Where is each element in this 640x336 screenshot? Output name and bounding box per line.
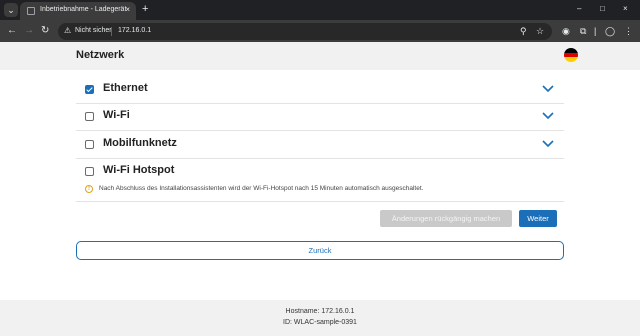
network-item-wifi[interactable]: Wi-Fi: [76, 103, 564, 131]
hotspot-info-text: Nach Abschluss des Installationsassisten…: [99, 185, 424, 192]
extension-icon[interactable]: ◉: [562, 24, 570, 38]
security-label[interactable]: Nicht sicher: [75, 27, 112, 34]
chevron-down-icon[interactable]: [542, 111, 554, 121]
tab-search-button[interactable]: ⌄: [4, 3, 18, 17]
back-button[interactable]: Zurück: [76, 241, 564, 260]
warning-icon[interactable]: ⚠: [64, 26, 71, 35]
network-item-ethernet[interactable]: Ethernet: [76, 76, 564, 104]
page-title: Netzwerk: [76, 49, 125, 61]
maximize-button[interactable]: □: [600, 3, 605, 15]
back-arrow-icon[interactable]: ←: [7, 24, 17, 38]
zoom-icon[interactable]: ⚲: [520, 26, 527, 37]
tab-close-icon[interactable]: ×: [125, 5, 130, 15]
chevron-down-icon[interactable]: [542, 84, 554, 94]
info-icon: !: [85, 185, 93, 193]
menu-kebab-icon[interactable]: ⋮: [624, 24, 633, 38]
hotspot-info: ! Nach Abschluss des Installationsassist…: [76, 180, 564, 202]
extensions-puzzle-icon[interactable]: ⧉: [580, 24, 586, 38]
network-item-label: Ethernet: [103, 82, 148, 94]
flag-stripe-gold: [564, 57, 578, 62]
wifi-checkbox[interactable]: [85, 112, 94, 121]
network-item-mobile[interactable]: Mobilfunknetz: [76, 131, 564, 159]
device-id-text: ID: WLAC-sample-0391: [283, 319, 357, 326]
page-icon: [27, 7, 35, 15]
url-text[interactable]: 172.16.0.1: [118, 27, 151, 34]
chevron-down-icon[interactable]: [542, 139, 554, 149]
browser-tab[interactable]: Inbetriebnahme - Ladegerät ×: [20, 2, 136, 20]
network-item-label: Mobilfunknetz: [103, 137, 177, 149]
new-tab-button[interactable]: +: [142, 2, 148, 16]
browser-tabstrip: ⌄ Inbetriebnahme - Ladegerät × + – □ ×: [0, 0, 640, 20]
network-item-label: Wi-Fi: [103, 109, 130, 121]
minimize-button[interactable]: –: [577, 3, 581, 15]
hostname-text: Hostname: 172.16.0.1: [285, 308, 355, 315]
address-divider: [111, 27, 112, 36]
tab-title: Inbetriebnahme - Ladegerät: [40, 6, 127, 13]
next-button[interactable]: Weiter: [519, 210, 557, 227]
address-bar[interactable]: ⚠ Nicht sicher 172.16.0.1 ⚲ ☆: [58, 23, 552, 40]
toolbar-divider: |: [594, 26, 597, 36]
ethernet-checkbox[interactable]: [85, 85, 94, 94]
browser-toolbar: ← → ↻ ⚠ Nicht sicher 172.16.0.1 ⚲ ☆ ◉ ⧉ …: [0, 20, 640, 42]
bookmark-star-icon[interactable]: ☆: [536, 26, 544, 37]
reload-icon[interactable]: ↻: [41, 24, 49, 38]
hotspot-checkbox[interactable]: [85, 167, 94, 176]
page-footer: Hostname: 172.16.0.1 ID: WLAC-sample-039…: [0, 300, 640, 336]
network-item-label: Wi-Fi Hotspot: [103, 164, 175, 176]
forward-arrow-icon[interactable]: →: [24, 24, 34, 38]
close-window-button[interactable]: ×: [623, 3, 628, 15]
page-header: Netzwerk: [0, 42, 640, 70]
revert-changes-button[interactable]: Änderungen rückgängig machen: [380, 210, 512, 227]
mobile-network-checkbox[interactable]: [85, 140, 94, 149]
german-flag-icon[interactable]: [564, 48, 578, 62]
profile-icon[interactable]: ◯: [605, 24, 615, 38]
